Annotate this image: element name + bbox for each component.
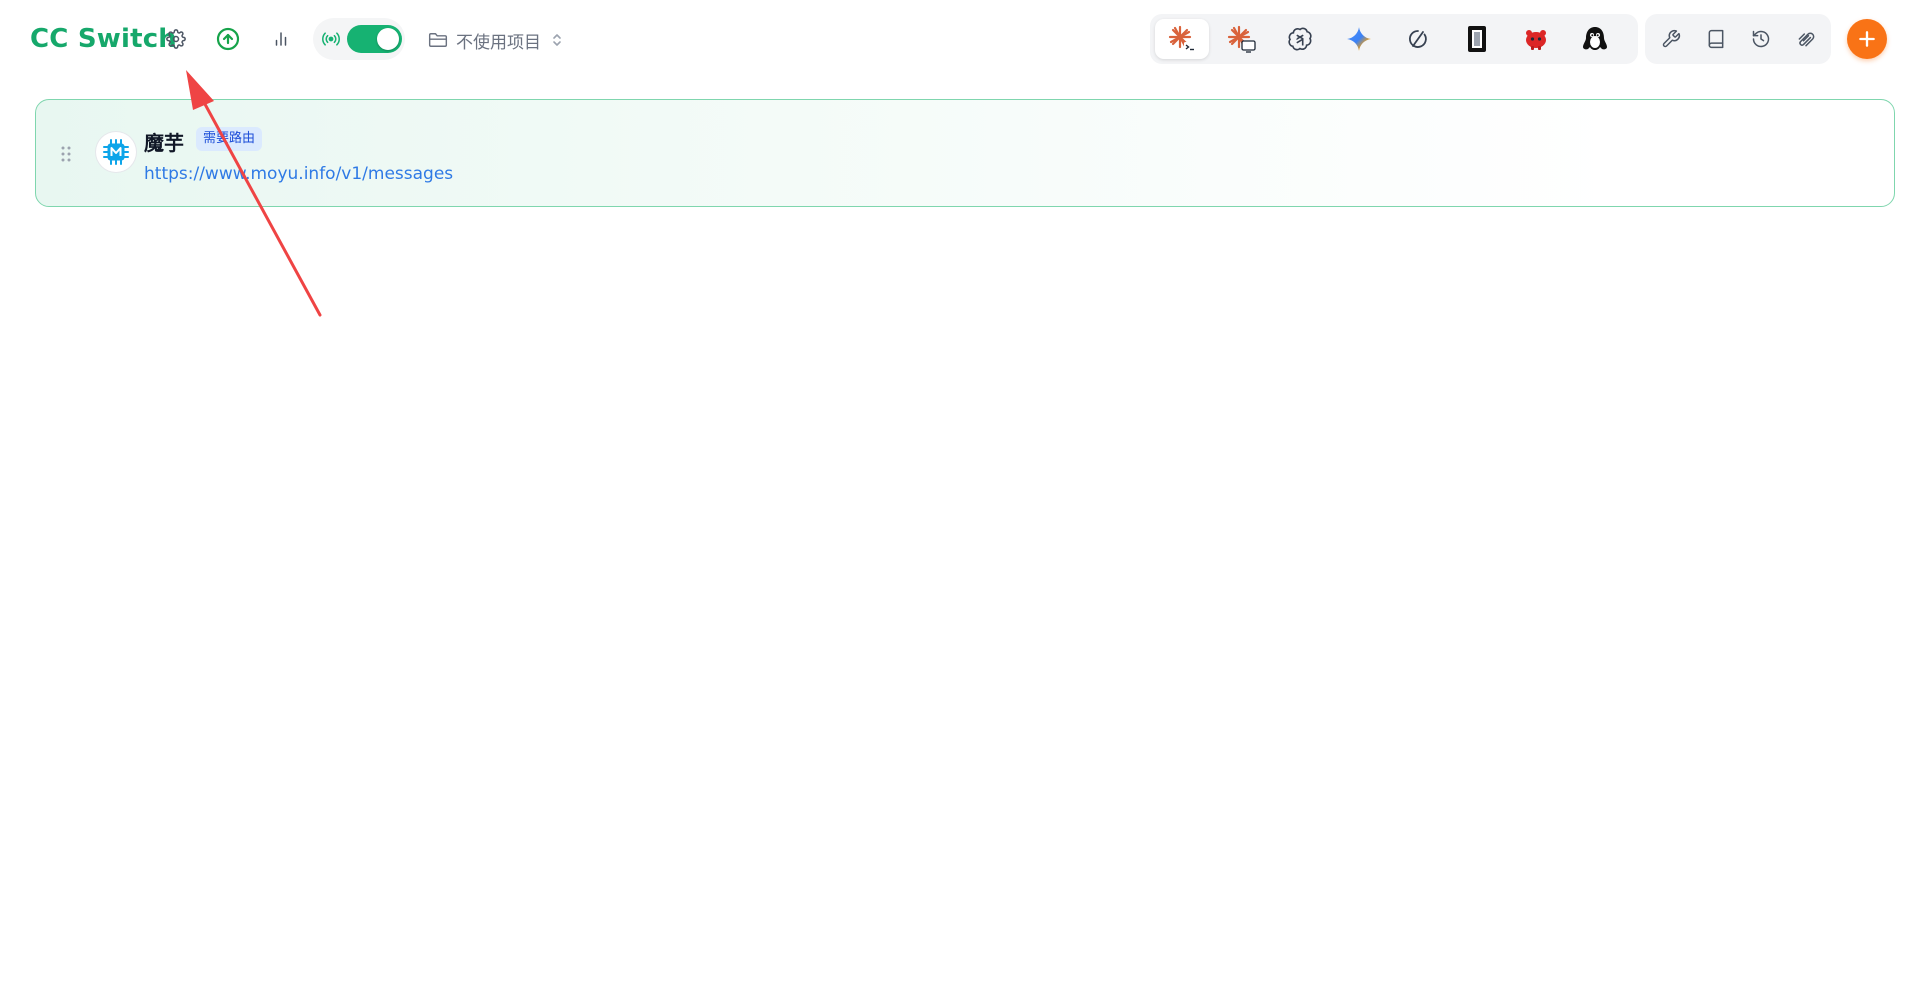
claude-code-icon [1168, 25, 1196, 52]
red-creature-icon [1526, 30, 1546, 50]
settings-gear-icon[interactable] [158, 21, 194, 57]
toggle-knob [377, 28, 399, 50]
app-switcher [1150, 14, 1638, 64]
provider-name: 魔芋 [144, 131, 184, 155]
proxy-toggle-switch[interactable] [347, 25, 402, 53]
update-arrow-up-icon[interactable] [210, 21, 246, 57]
plus-icon [1859, 31, 1875, 47]
radio-signal-icon [322, 32, 340, 46]
app-claude-desktop[interactable] [1214, 19, 1268, 59]
black-app-icon [1468, 26, 1486, 52]
tool-group [1645, 14, 1831, 64]
project-selector[interactable]: 不使用项目 [428, 28, 563, 53]
claude-desktop-icon [1227, 25, 1256, 53]
provider-logo [96, 132, 136, 172]
app-title: CC Switch [30, 24, 178, 54]
folder-icon [428, 33, 448, 47]
link-chain-icon[interactable] [1788, 21, 1824, 57]
history-icon[interactable] [1743, 21, 1779, 57]
app-claude-code[interactable] [1155, 19, 1209, 59]
top-bar: CC Switch 不使用项目 [0, 0, 1920, 80]
app-opencode[interactable] [1391, 19, 1445, 59]
wrench-icon[interactable] [1653, 21, 1689, 57]
usage-stats-icon[interactable] [263, 21, 299, 57]
chevron-up-down-icon [553, 34, 561, 46]
proxy-toggle-group [313, 18, 405, 60]
add-provider-button[interactable] [1847, 19, 1887, 59]
book-icon[interactable] [1698, 21, 1734, 57]
provider-card[interactable]: 魔芋 需要路由 https://www.moyu.info/v1/message… [35, 99, 1895, 207]
gemini-icon [1347, 27, 1371, 51]
project-selector-label: 不使用项目 [456, 32, 541, 53]
provider-badge: 需要路由 [196, 127, 263, 151]
openai-icon [1288, 27, 1312, 51]
opencode-icon [1409, 30, 1427, 48]
penguin-icon [1583, 27, 1607, 50]
app-red-creature[interactable] [1509, 19, 1563, 59]
app-gemini[interactable] [1332, 19, 1386, 59]
app-penguin[interactable] [1568, 19, 1622, 59]
app-openai-codex[interactable] [1273, 19, 1327, 59]
drag-handle-icon[interactable] [60, 145, 72, 163]
chip-m-icon [103, 139, 129, 165]
app-terminal[interactable] [1450, 19, 1504, 59]
provider-url[interactable]: https://www.moyu.info/v1/messages [144, 164, 453, 184]
